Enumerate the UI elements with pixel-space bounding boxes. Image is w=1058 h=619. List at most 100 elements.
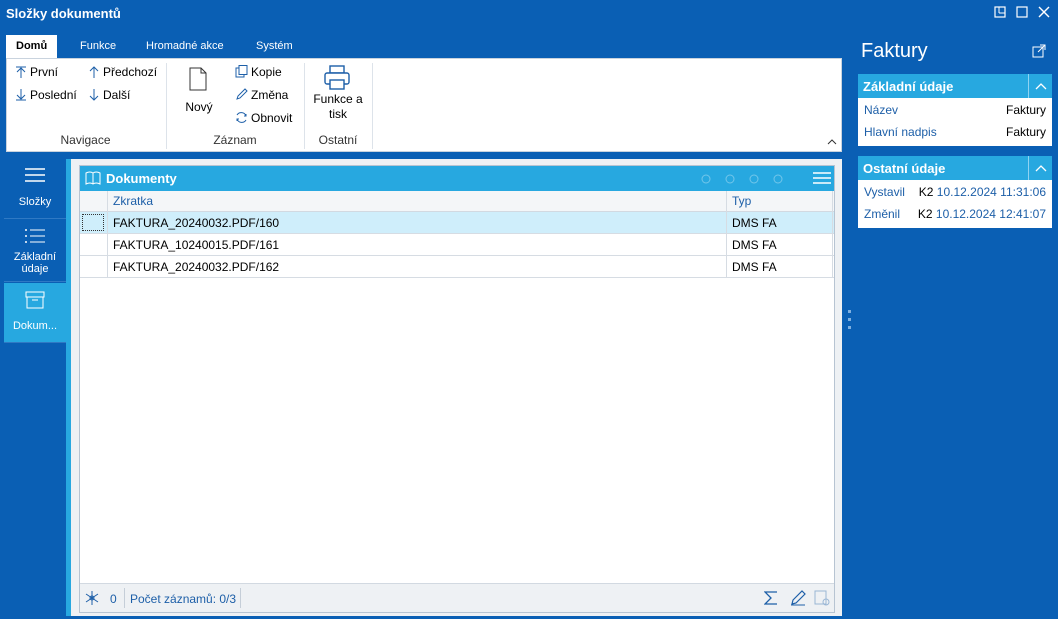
group-label-navigace: Navigace <box>60 133 111 147</box>
table-row[interactable]: FAKTURA_20240032.PDF/160 DMS FA <box>80 212 834 234</box>
cell-zkratka: FAKTURA_20240032.PDF/160 <box>113 216 280 230</box>
archive-icon <box>25 291 45 309</box>
posledni-label: Poslední <box>30 88 77 102</box>
status-bar: 0 Počet záznamů: 0/3 <box>80 583 834 612</box>
status-divider <box>124 588 125 608</box>
field-hlavni-nadpis: Hlavní nadpis Faktury <box>858 120 1052 142</box>
funkce-a-tisk-label-2: tisk <box>329 107 347 121</box>
disabled-action-icon <box>814 590 830 609</box>
field-label: Vystavil <box>864 185 905 199</box>
zmena-button[interactable]: Změna <box>235 88 288 102</box>
funkce-a-tisk-label-1: Funkce a <box>313 92 363 106</box>
panel-header: Dokumenty <box>80 166 834 191</box>
restore-icon[interactable] <box>990 4 1010 24</box>
novy-button[interactable]: Nový <box>179 67 219 114</box>
book-icon <box>85 171 101 185</box>
menu-icon <box>25 168 45 182</box>
title-bar: Složky dokumentů <box>0 0 1058 28</box>
field-value: K2 10.12.2024 11:31:06 <box>919 185 1046 199</box>
open-external-icon[interactable] <box>1032 44 1046 61</box>
ribbon-tabs: Domů Funkce Hromadné akce Systém <box>3 30 845 58</box>
column-header-typ[interactable]: Typ <box>732 194 751 208</box>
user-code: K2 <box>917 207 933 221</box>
row-selector[interactable] <box>82 214 104 231</box>
side-navigation: Složky Základní údaje Dokum... <box>4 159 66 616</box>
grid-divider <box>107 191 108 278</box>
pencil-icon <box>236 88 248 100</box>
funkce-a-tisk-button[interactable]: Funkce a tisk <box>310 65 366 121</box>
cell-zkratka: FAKTURA_20240032.PDF/162 <box>113 260 280 274</box>
card-title: Základní údaje <box>863 79 954 94</box>
prvni-button[interactable]: První <box>15 65 58 79</box>
column-header-zkratka[interactable]: Zkratka <box>113 194 153 208</box>
tab-domu[interactable]: Domů <box>6 35 58 58</box>
predchozi-button[interactable]: Předchozí <box>88 65 157 79</box>
card-zakladni-udaje: Základní údaje Název Faktury Hlavní nadp… <box>858 74 1052 146</box>
group-label-zaznam: Záznam <box>213 133 257 147</box>
chevron-up-icon[interactable] <box>1028 74 1052 98</box>
user-code: K2 <box>918 185 934 199</box>
detail-panel: Faktury Základní údaje Název Faktury Hla… <box>855 28 1055 616</box>
arrow-down-icon <box>89 89 99 101</box>
list-icon <box>25 229 45 243</box>
close-icon[interactable] <box>1034 4 1054 24</box>
tab-system[interactable]: Systém <box>246 35 303 58</box>
edit-icon[interactable] <box>790 590 806 609</box>
dalsi-label: Další <box>103 88 131 102</box>
nav-label: Složky <box>18 196 52 208</box>
nav-item-slozky[interactable]: Složky <box>4 159 66 219</box>
splitter[interactable] <box>846 28 852 616</box>
obnovit-button[interactable]: Obnovit <box>235 111 292 125</box>
kopie-button[interactable]: Kopie <box>235 65 282 79</box>
grid-divider <box>726 191 727 278</box>
snowflake-icon[interactable] <box>84 590 100 609</box>
card-ostatni-udaje: Ostatní údaje Vystavil K2 10.12.2024 11:… <box>858 156 1052 228</box>
nav-label: Dokum... <box>12 320 57 332</box>
collapse-ribbon-icon[interactable] <box>827 135 837 149</box>
card-header[interactable]: Ostatní údaje <box>858 156 1052 180</box>
field-nazev: Název Faktury <box>858 98 1052 120</box>
novy-label: Nový <box>185 100 213 114</box>
field-value: Faktury <box>1005 125 1046 139</box>
tab-funkce[interactable]: Funkce <box>70 35 126 58</box>
card-title: Ostatní údaje <box>863 161 946 176</box>
table-row[interactable]: FAKTURA_20240032.PDF/162 DMS FA <box>80 256 834 278</box>
maximize-icon[interactable] <box>1012 4 1032 24</box>
arrow-bottom-icon <box>16 89 26 101</box>
cell-typ: DMS FA <box>732 216 777 230</box>
copy-icon <box>235 65 248 78</box>
nav-item-zakladni-udaje[interactable]: Základní údaje <box>4 220 66 282</box>
content-area: Dokumenty Zkratka Typ FAKTURA_20240032.P… <box>71 159 842 616</box>
panel-title: Dokumenty <box>106 171 177 186</box>
nav-label: Základní údaje <box>13 251 57 275</box>
field-label: Hlavní nadpis <box>864 125 937 139</box>
detail-title: Faktury <box>861 40 928 62</box>
sum-icon[interactable] <box>763 590 778 609</box>
kopie-label: Kopie <box>251 65 282 79</box>
cell-typ: DMS FA <box>732 238 777 252</box>
table-row[interactable]: FAKTURA_10240015.PDF/161 DMS FA <box>80 234 834 256</box>
cell-zkratka: FAKTURA_10240015.PDF/161 <box>113 238 280 252</box>
status-divider <box>240 588 241 608</box>
new-document-icon <box>189 67 206 91</box>
cell-typ: DMS FA <box>732 260 777 274</box>
documents-panel: Dokumenty Zkratka Typ FAKTURA_20240032.P… <box>79 165 835 613</box>
panel-menu-icon[interactable] <box>813 170 831 189</box>
grid-header: Zkratka Typ <box>80 191 834 212</box>
chevron-up-icon[interactable] <box>1028 156 1052 180</box>
ribbon: První Předchozí Poslední Další Navigace … <box>6 58 842 152</box>
nav-item-dokumenty[interactable]: Dokum... <box>4 283 66 343</box>
main-frame: Domů Funkce Hromadné akce Systém První P… <box>3 28 845 616</box>
card-header[interactable]: Základní údaje <box>858 74 1052 98</box>
field-value: Faktury <box>1005 103 1046 117</box>
zmena-label: Změna <box>251 88 289 102</box>
dalsi-button[interactable]: Další <box>88 88 130 102</box>
grid-divider <box>832 191 833 278</box>
arrow-up-icon <box>89 66 99 78</box>
obnovit-label: Obnovit <box>251 111 293 125</box>
posledni-button[interactable]: Poslední <box>15 88 77 102</box>
record-count: Počet záznamů: 0/3 <box>130 592 237 606</box>
tab-hromadne-akce[interactable]: Hromadné akce <box>136 35 234 58</box>
field-label: Změnil <box>864 207 901 221</box>
field-value: K2 10.12.2024 12:41:07 <box>918 207 1046 221</box>
